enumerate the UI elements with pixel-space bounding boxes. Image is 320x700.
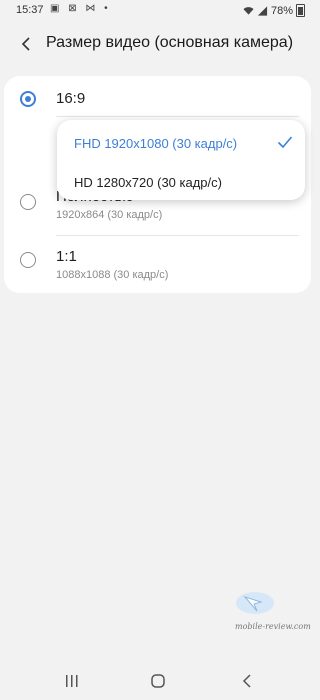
home-button[interactable] bbox=[146, 671, 170, 691]
navigation-bar bbox=[0, 661, 315, 700]
page-title: Размер видео (основная камера) bbox=[46, 34, 294, 51]
notification-icons: ▣ ⊠ ⋈ • bbox=[50, 3, 111, 14]
check-icon bbox=[277, 136, 293, 149]
battery-icon bbox=[296, 4, 305, 17]
battery-percent: 78% bbox=[270, 4, 293, 17]
option-sub: 1088x1088 (30 кадр/с) bbox=[56, 269, 169, 281]
wifi-icon bbox=[243, 6, 254, 15]
dropdown-item-fhd[interactable]: FHD 1920x1080 (30 кадр/с) bbox=[57, 123, 305, 163]
watermark-text: mobile-review.com bbox=[235, 622, 311, 631]
divider bbox=[56, 116, 299, 117]
option-label: 16:9 bbox=[56, 90, 86, 107]
header: Размер видео (основная камера) bbox=[0, 22, 315, 68]
watermark: mobile-review.com bbox=[235, 588, 311, 636]
signal-icon bbox=[257, 5, 268, 16]
recent-apps-button[interactable] bbox=[60, 671, 84, 691]
chevron-left-icon bbox=[21, 37, 30, 51]
radio-full[interactable] bbox=[20, 194, 36, 210]
status-time: 15:37 bbox=[16, 4, 44, 16]
back-button[interactable] bbox=[12, 30, 40, 58]
recent-apps-icon bbox=[66, 675, 78, 687]
status-bar: 15:37 ▣ ⊠ ⋈ • 78% bbox=[0, 0, 315, 22]
resolution-dropdown: FHD 1920x1080 (30 кадр/с) HD 1280x720 (3… bbox=[57, 120, 305, 200]
home-icon bbox=[151, 674, 165, 688]
option-sub: 1920x864 (30 кадр/с) bbox=[56, 209, 163, 221]
option-label: 1:1 bbox=[56, 248, 77, 265]
status-right: 78% bbox=[243, 4, 305, 17]
radio-16-9[interactable] bbox=[20, 91, 36, 107]
option-1-1[interactable]: 1:1 1088x1088 (30 кадр/с) bbox=[4, 236, 311, 292]
dropdown-item-label: FHD 1920x1080 (30 кадр/с) bbox=[74, 136, 238, 151]
dropdown-item-hd[interactable]: HD 1280x720 (30 кадр/с) bbox=[57, 162, 305, 202]
radio-1-1[interactable] bbox=[20, 252, 36, 268]
back-nav-button[interactable] bbox=[236, 671, 260, 691]
dropdown-item-label: HD 1280x720 (30 кадр/с) bbox=[74, 175, 222, 190]
back-nav-icon bbox=[242, 674, 251, 688]
watermark-logo-icon bbox=[236, 592, 274, 614]
